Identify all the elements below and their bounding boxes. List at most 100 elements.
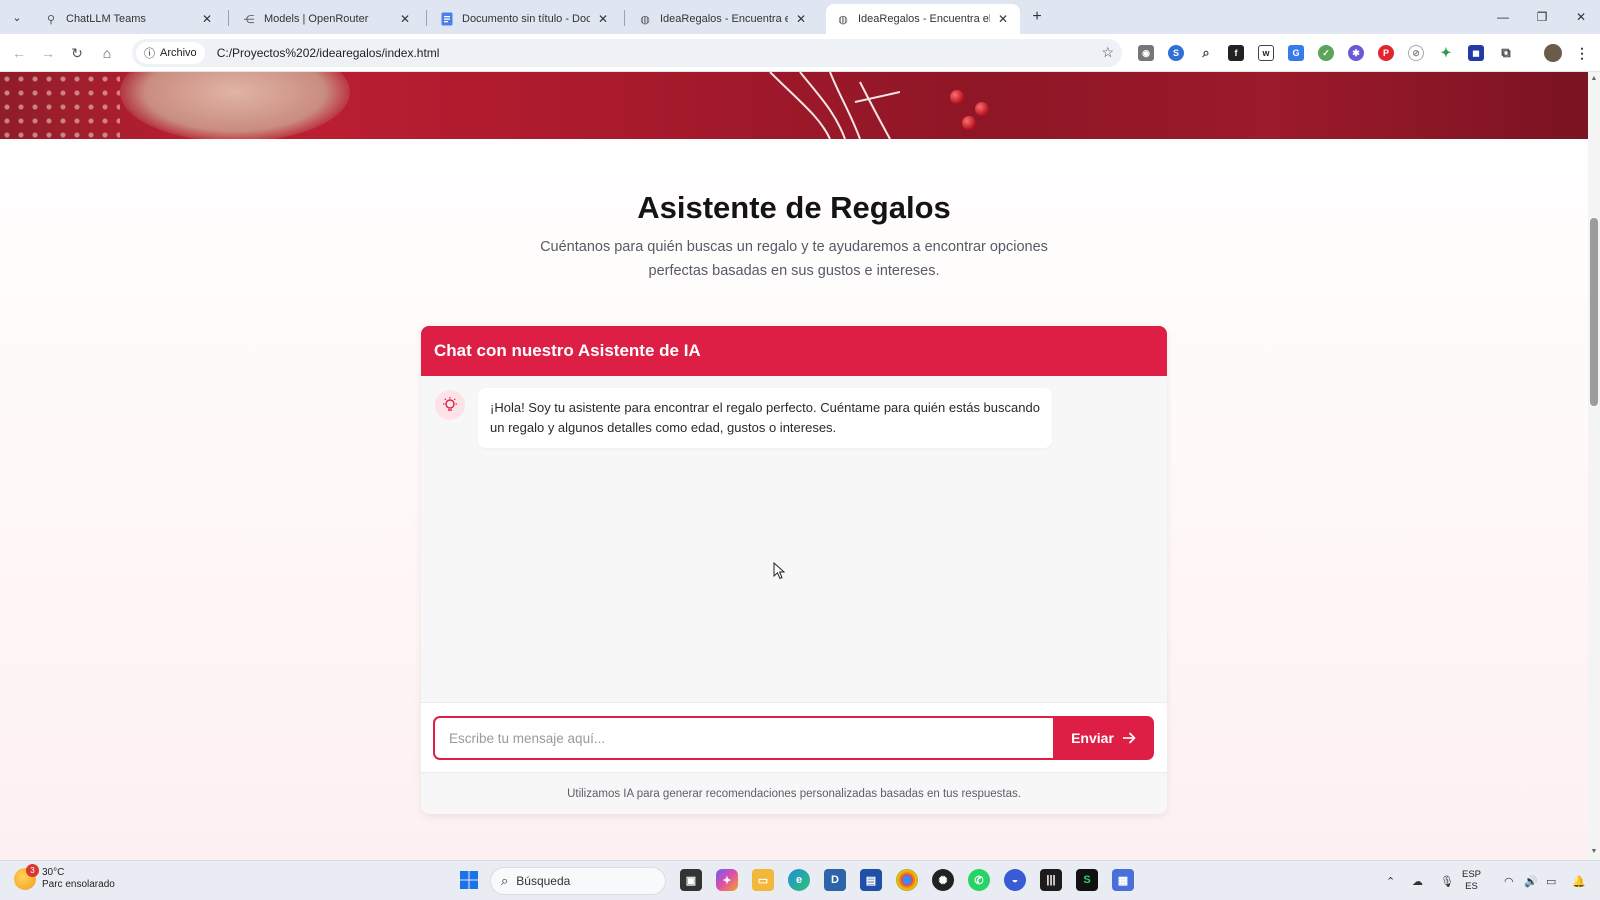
volume-icon[interactable]: 🔊 bbox=[1524, 861, 1538, 900]
language-code: ESP bbox=[1462, 869, 1482, 880]
info-icon: ⓘ bbox=[144, 48, 155, 60]
taskbar-search-label: Búsqueda bbox=[516, 874, 571, 888]
language-indicator[interactable]: ESP ES bbox=[1462, 869, 1481, 893]
browser-tab-docs[interactable]: Documento sin título - Docume ✕ bbox=[430, 4, 620, 34]
globe-icon: ◍ bbox=[838, 13, 848, 26]
search-icon: ⌕ bbox=[501, 873, 509, 888]
restore-icon[interactable]: ❐ bbox=[1527, 6, 1557, 28]
extension-sparkle-icon[interactable]: ✦ bbox=[1438, 45, 1454, 61]
chat-footer-note: Utilizamos IA para generar recomendacion… bbox=[421, 772, 1167, 814]
compass-icon[interactable]: ⊘ bbox=[1408, 45, 1424, 61]
weather-temp: 30°C bbox=[42, 867, 65, 878]
windows-start-icon[interactable] bbox=[458, 869, 480, 891]
tab-title: IdeaRegalos - Encuentra el Reg bbox=[858, 13, 990, 25]
onedrive-cloud-icon[interactable]: ☁ bbox=[1412, 861, 1423, 900]
extension-green-icon[interactable]: ✓ bbox=[1318, 45, 1334, 61]
pinterest-icon[interactable]: P bbox=[1378, 45, 1394, 61]
hero-skin-area bbox=[120, 72, 350, 139]
microphone-icon[interactable]: 🎙 bbox=[1440, 861, 1454, 900]
wifi-icon[interactable]: ◠ bbox=[1504, 861, 1514, 900]
close-tab-icon[interactable]: ✕ bbox=[996, 12, 1010, 26]
terminal-app-icon[interactable]: S bbox=[1076, 869, 1098, 891]
hero-image bbox=[0, 72, 1588, 139]
taskbar-search[interactable]: ⌕ Búsqueda bbox=[490, 867, 666, 895]
browser-toolbar: ← → ↻ ⌂ ⓘ Archivo C:/Proyectos%202/idear… bbox=[0, 34, 1600, 72]
weather-badge: 3 bbox=[26, 864, 39, 877]
arrow-right-icon bbox=[1122, 732, 1136, 744]
extension-blue-circle-icon[interactable]: S bbox=[1168, 45, 1184, 61]
headset-app-icon[interactable]: ◒ bbox=[1004, 869, 1026, 891]
tab-title: ChatLLM Teams bbox=[66, 13, 146, 25]
store-icon[interactable]: ▤ bbox=[860, 869, 882, 891]
file-explorer-icon[interactable]: ▭ bbox=[752, 869, 774, 891]
tab-separator bbox=[624, 10, 625, 26]
close-window-icon[interactable]: ✕ bbox=[1566, 6, 1596, 28]
send-button[interactable]: Enviar bbox=[1053, 716, 1154, 760]
scroll-up-arrow-icon[interactable]: ▲ bbox=[1590, 75, 1598, 82]
globe-icon: ◍ bbox=[640, 13, 650, 26]
chat-messages: ¡Hola! Soy tu asistente para encontrar e… bbox=[421, 376, 1167, 702]
browser-tab-idearegalos[interactable]: ◍ IdeaRegalos - Encuentra el Reg ✕ bbox=[628, 4, 818, 34]
browser-tab-chatllm[interactable]: ⚲ ChatLLM Teams ✕ bbox=[34, 4, 224, 34]
task-view-icon[interactable]: ▣ bbox=[680, 869, 702, 891]
tab-separator bbox=[228, 10, 229, 26]
dell-icon[interactable]: D bbox=[824, 869, 846, 891]
address-bar[interactable]: ⓘ Archivo C:/Proyectos%202/idearegalos/i… bbox=[132, 39, 1122, 67]
profile-avatar[interactable] bbox=[1544, 44, 1562, 62]
reload-icon[interactable]: ↻ bbox=[66, 42, 88, 64]
close-tab-icon[interactable]: ✕ bbox=[794, 12, 808, 26]
openai-icon[interactable]: ✺ bbox=[932, 869, 954, 891]
close-tab-icon[interactable]: ✕ bbox=[596, 12, 610, 26]
tab-separator bbox=[426, 10, 427, 26]
send-button-label: Enviar bbox=[1071, 730, 1114, 746]
browser-tab-openrouter[interactable]: ⋲ Models | OpenRouter ✕ bbox=[232, 4, 422, 34]
extension-square-icon[interactable]: ◼ bbox=[1468, 45, 1484, 61]
notification-bell-icon[interactable]: 🔔 bbox=[1572, 861, 1586, 900]
chat-card: Chat con nuestro Asistente de IA ¡Hola! … bbox=[421, 326, 1167, 814]
minimize-icon[interactable]: — bbox=[1488, 6, 1518, 28]
home-icon[interactable]: ⌂ bbox=[96, 42, 118, 64]
audio-mixer-icon[interactable]: ||| bbox=[1040, 869, 1062, 891]
hero-berry bbox=[962, 116, 976, 130]
zoom-search-icon[interactable]: ⌕ bbox=[1198, 45, 1214, 61]
tray-chevron-up-icon[interactable]: ⌃ bbox=[1386, 861, 1395, 900]
extension-f-icon[interactable]: f bbox=[1228, 45, 1244, 61]
sun-weather-icon: 3 bbox=[14, 864, 39, 890]
bot-avatar bbox=[435, 390, 465, 420]
weather-widget[interactable]: 3 30°C Parc ensolarado bbox=[14, 864, 115, 891]
scrollbar-thumb[interactable] bbox=[1590, 218, 1598, 406]
bookmark-star-icon[interactable]: ☆ bbox=[1101, 44, 1114, 61]
media-app-icon[interactable]: ▦ bbox=[1112, 869, 1134, 891]
hero-berry bbox=[950, 90, 964, 104]
page-viewport: Asistente de Regalos Cuéntanos para quié… bbox=[0, 72, 1588, 860]
site-info-chip[interactable]: ⓘ Archivo bbox=[136, 42, 205, 64]
scroll-down-arrow-icon[interactable]: ▼ bbox=[1590, 848, 1598, 855]
message-input[interactable] bbox=[433, 716, 1055, 760]
tab-search-chevron-icon[interactable]: ⌄ bbox=[6, 6, 28, 28]
close-tab-icon[interactable]: ✕ bbox=[398, 12, 412, 26]
back-arrow-icon[interactable]: ← bbox=[8, 42, 30, 64]
page-title: Asistente de Regalos bbox=[637, 190, 951, 225]
close-tab-icon[interactable]: ✕ bbox=[200, 12, 214, 26]
battery-icon[interactable]: ▭ bbox=[1546, 861, 1556, 900]
edge-browser-icon[interactable]: e bbox=[788, 869, 810, 891]
chrome-icon[interactable] bbox=[896, 869, 918, 891]
site-chip-label: Archivo bbox=[160, 47, 197, 59]
whatsapp-icon[interactable]: ✆ bbox=[968, 869, 990, 891]
openrouter-icon: ⋲ bbox=[243, 13, 255, 26]
camera-icon[interactable]: ◉ bbox=[1138, 45, 1154, 61]
browser-tab-idearegalos-active[interactable]: ◍ IdeaRegalos - Encuentra el Reg ✕ bbox=[826, 4, 1020, 34]
extension-gear-icon[interactable]: ✱ bbox=[1348, 45, 1364, 61]
extensions-puzzle-icon[interactable]: ⧉ bbox=[1498, 45, 1514, 61]
forward-arrow-icon[interactable]: → bbox=[37, 42, 59, 64]
url-text[interactable]: C:/Proyectos%202/idearegalos/index.html bbox=[217, 46, 440, 60]
keyboard-layout: ES bbox=[1465, 881, 1478, 892]
hero-berry bbox=[975, 102, 989, 116]
copilot-icon[interactable]: ✦ bbox=[716, 869, 738, 891]
translate-icon[interactable]: G bbox=[1288, 45, 1304, 61]
page-scrollbar[interactable]: ▲ ▼ bbox=[1588, 72, 1600, 860]
hero-pattern bbox=[0, 72, 120, 139]
extension-w-icon[interactable]: w bbox=[1258, 45, 1274, 61]
kebab-menu-icon[interactable]: ⋮ bbox=[1574, 45, 1590, 61]
new-tab-plus-icon[interactable]: + bbox=[1026, 6, 1048, 28]
